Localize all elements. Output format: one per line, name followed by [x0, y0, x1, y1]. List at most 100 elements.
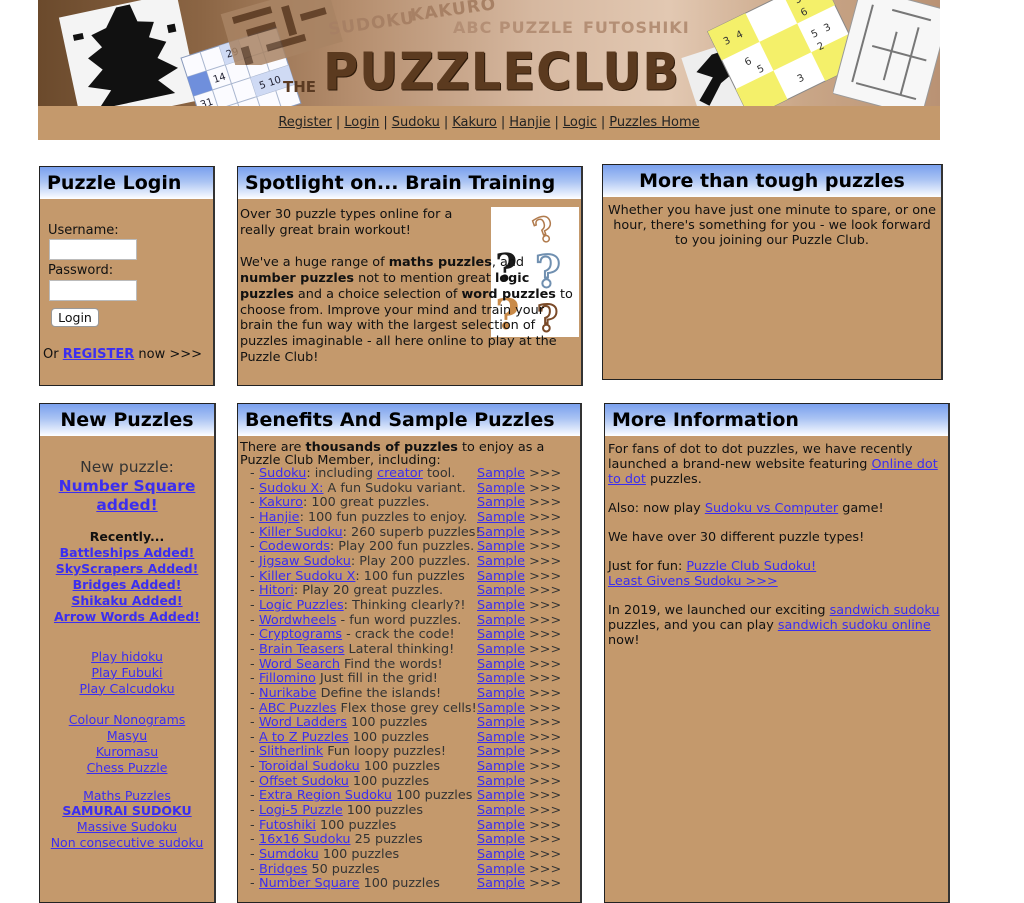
puzzle-link[interactable]: Play hidoku: [40, 649, 214, 665]
username-input[interactable]: [49, 239, 137, 260]
puzzle-type-link[interactable]: Killer Sudoku X: [259, 569, 355, 584]
puzzle-type-link[interactable]: Kakuro: [259, 495, 303, 510]
sample-link[interactable]: Sample: [477, 744, 525, 760]
puzzle-link[interactable]: Kuromasu: [40, 744, 214, 760]
puzzle-link[interactable]: Non consecutive sudoku: [40, 835, 214, 851]
recent-puzzle-link[interactable]: Shikaku Added!: [40, 593, 214, 609]
puzzle-blurb: Just fill in the grid!: [315, 671, 438, 687]
puzzle-type-link[interactable]: Word Search: [259, 657, 340, 672]
password-input[interactable]: [49, 280, 137, 301]
puzzle-type-link[interactable]: Fillomino: [259, 671, 316, 686]
nav-sudoku[interactable]: Sudoku: [392, 115, 440, 130]
sample-link[interactable]: Sample: [477, 466, 525, 481]
puzzle-description: Logi-5 Puzzle 100 puzzles: [259, 803, 423, 819]
puzzle-type-link[interactable]: 16x16 Sudoku: [259, 832, 351, 848]
puzzle-type-link[interactable]: Killer Sudoku: [259, 525, 343, 540]
sample-link[interactable]: Sample: [477, 876, 525, 892]
recent-puzzle-link[interactable]: Battleships Added!: [40, 545, 214, 561]
puzzle-link[interactable]: Colour Nonograms: [40, 712, 214, 728]
sandwich-sudoku-online-link[interactable]: sandwich sudoku online: [778, 618, 931, 633]
puzzle-type-link[interactable]: Futoshiki: [259, 818, 316, 833]
sample-link[interactable]: Sample: [477, 510, 525, 525]
puzzle-type-link[interactable]: Sudoku X:: [259, 481, 323, 496]
puzzle-link[interactable]: Play Calcudoku: [40, 681, 214, 697]
register-prompt: Or REGISTER now >>>: [43, 347, 202, 362]
puzzle-link[interactable]: Masyu: [40, 728, 214, 744]
puzzle-link[interactable]: SAMURAI SUDOKU: [40, 803, 214, 819]
puzzle-type-link[interactable]: Toroidal Sudoku: [259, 759, 360, 774]
puzzle-type-link[interactable]: Logi-5 Puzzle: [259, 803, 343, 818]
sample-link[interactable]: Sample: [477, 657, 525, 672]
puzzle-type-link[interactable]: Logic Puzzles: [259, 598, 344, 613]
sample-link[interactable]: Sample: [477, 613, 525, 628]
puzzle-type-link[interactable]: Sumdoku: [259, 847, 319, 862]
puzzle-type-link[interactable]: Nurikabe: [259, 686, 317, 701]
puzzle-type-link[interactable]: Hanjie: [259, 510, 300, 525]
login-button[interactable]: Login: [51, 308, 99, 327]
sample-arrow: >>>: [529, 509, 562, 525]
recent-puzzle-link[interactable]: Arrow Words Added!: [40, 609, 214, 625]
nav-login[interactable]: Login: [344, 115, 379, 130]
puzzle-type-link[interactable]: Extra Region Sudoku: [259, 788, 392, 804]
puzzle-type-link[interactable]: Jigsaw Sudoku: [259, 554, 351, 569]
sample-link[interactable]: Sample: [477, 539, 525, 554]
sample-link[interactable]: Sample: [477, 525, 525, 540]
puzzle-description: Kakuro: 100 great puzzles.: [259, 495, 430, 511]
sample-link[interactable]: Sample: [477, 686, 525, 701]
puzzle-type-link[interactable]: Word Ladders: [259, 715, 347, 730]
nav-hanjie[interactable]: Hanjie: [509, 115, 550, 130]
puzzle-type-link[interactable]: ABC Puzzles: [259, 701, 336, 716]
sandwich-sudoku-link[interactable]: sandwich sudoku: [830, 603, 940, 618]
sample-link[interactable]: Sample: [477, 759, 525, 774]
puzzle-link[interactable]: Play Fubuki: [40, 665, 214, 681]
sample-link[interactable]: Sample: [477, 583, 525, 598]
puzzle-link[interactable]: Chess Puzzle: [40, 760, 214, 776]
puzzle-type-link[interactable]: Wordwheels: [259, 613, 336, 628]
sample-link[interactable]: Sample: [477, 730, 525, 745]
puzzle-type-link[interactable]: Slitherlink: [259, 744, 323, 760]
puzzle-type-link[interactable]: Number Square: [259, 876, 360, 892]
puzzle-type-link[interactable]: Codewords: [259, 539, 330, 554]
nav-logic[interactable]: Logic: [563, 115, 597, 130]
sample-link[interactable]: Sample: [477, 554, 525, 569]
sample-link[interactable]: Sample: [477, 671, 525, 686]
puzzle-type-link[interactable]: A to Z Puzzles: [259, 730, 349, 745]
least-givens-sudoku-link[interactable]: Least Givens Sudoku >>>: [608, 574, 778, 589]
puzzle-club-sudoku-link[interactable]: Puzzle Club Sudoku!: [686, 559, 816, 574]
creator-tool-link[interactable]: creator: [377, 466, 423, 481]
featured-new-puzzle-link[interactable]: Number Square added!: [52, 477, 202, 515]
puzzle-type-link[interactable]: Brain Teasers: [259, 642, 344, 657]
sample-link[interactable]: Sample: [477, 569, 525, 584]
sample-link[interactable]: Sample: [477, 818, 525, 833]
sample-link[interactable]: Sample: [477, 642, 525, 657]
sudoku-vs-computer-link[interactable]: Sudoku vs Computer: [705, 501, 838, 516]
puzzle-type-link[interactable]: Offset Sudoku: [259, 774, 349, 789]
sample-link[interactable]: Sample: [477, 803, 525, 818]
sample-link[interactable]: Sample: [477, 598, 525, 613]
puzzle-type-link[interactable]: Cryptograms: [259, 627, 342, 642]
puzzle-link[interactable]: Maths Puzzles: [40, 788, 214, 804]
puzzle-type-link[interactable]: Hitori: [259, 583, 294, 598]
puzzle-type-link[interactable]: Sudoku: [259, 466, 306, 481]
puzzle-description: Hitori: Play 20 great puzzles.: [259, 583, 443, 599]
sample-link[interactable]: Sample: [477, 832, 525, 848]
register-link[interactable]: REGISTER: [63, 347, 135, 362]
site-banner[interactable]: 29 14 31 5 10 SUDOKU KAKURO ABC PUZZLE F…: [38, 0, 940, 106]
nav-puzzles-home[interactable]: Puzzles Home: [609, 115, 699, 130]
sample-link[interactable]: Sample: [477, 774, 525, 789]
sample-link[interactable]: Sample: [477, 847, 525, 862]
nav-register[interactable]: Register: [278, 115, 332, 130]
nav-kakuro[interactable]: Kakuro: [452, 115, 497, 130]
recent-puzzle-link[interactable]: Bridges Added!: [40, 577, 214, 593]
puzzle-type-link[interactable]: Bridges: [259, 862, 307, 877]
sample-link[interactable]: Sample: [477, 715, 525, 730]
sample-link[interactable]: Sample: [477, 627, 525, 642]
sample-link[interactable]: Sample: [477, 788, 525, 804]
puzzle-link[interactable]: Massive Sudoku: [40, 819, 214, 835]
sample-link[interactable]: Sample: [477, 481, 525, 496]
sample-link[interactable]: Sample: [477, 862, 525, 877]
recent-puzzle-link[interactable]: SkyScrapers Added!: [40, 561, 214, 577]
nav-separator: |: [335, 115, 341, 130]
sample-link[interactable]: Sample: [477, 495, 525, 510]
sample-link[interactable]: Sample: [477, 701, 525, 716]
